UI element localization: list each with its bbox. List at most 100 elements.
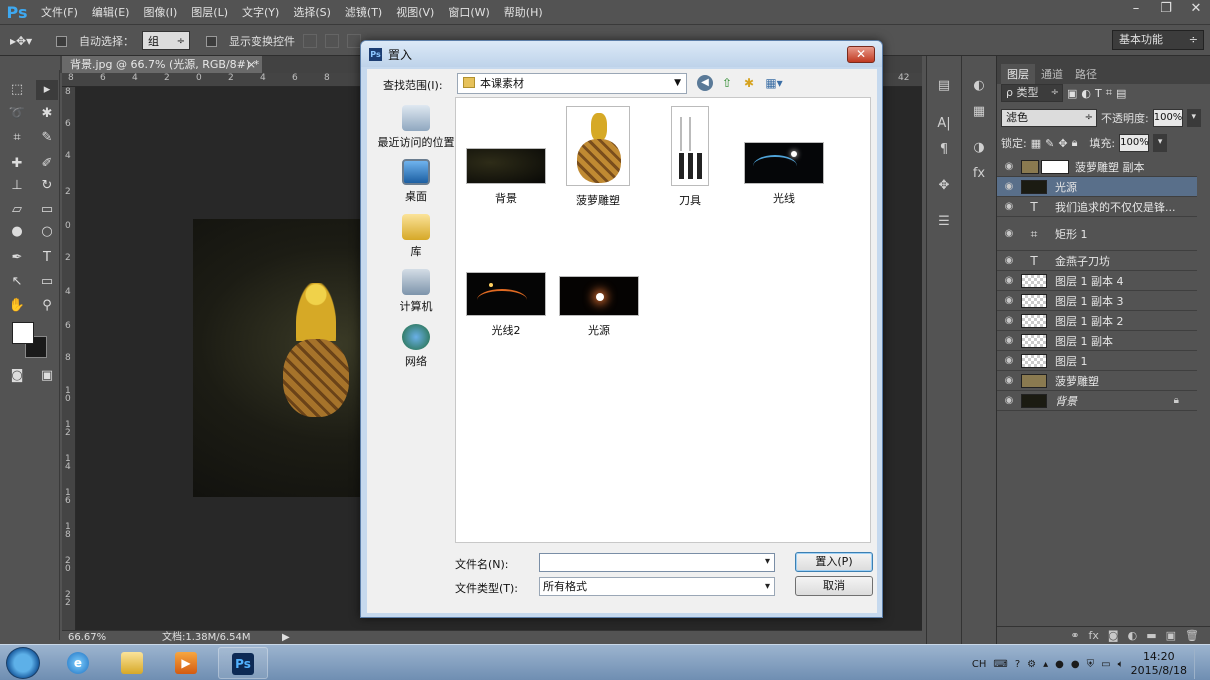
minimize-button[interactable]: – (1122, 0, 1150, 18)
visibility-eye-icon[interactable]: ◉ (997, 315, 1021, 326)
lock-pixels-icon[interactable]: ✎ (1045, 137, 1054, 150)
eraser-tool-icon[interactable]: ▱ (6, 200, 28, 220)
visibility-eye-icon[interactable]: ◉ (997, 255, 1021, 266)
back-icon[interactable]: ◀ (697, 75, 713, 91)
menu-edit[interactable]: 编辑(E) (85, 0, 137, 25)
swatches-panel-icon[interactable]: ▦ (968, 102, 990, 122)
menu-file[interactable]: 文件(F) (34, 0, 85, 25)
move-tool-icon[interactable]: ▸ (36, 80, 58, 100)
visibility-eye-icon[interactable]: ◉ (997, 295, 1021, 306)
file-name-input[interactable] (539, 553, 775, 572)
help-icon[interactable]: ? (1015, 659, 1020, 670)
file-item[interactable]: 光线2 (461, 272, 551, 338)
place-computer[interactable]: 计算机 (371, 269, 461, 314)
quick-mask-icon[interactable]: ◙ (6, 366, 28, 386)
place-desktop[interactable]: 桌面 (371, 159, 461, 204)
file-list[interactable]: 背景 菠萝雕塑 刀具 光线 光线2 光源 (455, 97, 871, 543)
input-language[interactable]: CH (972, 659, 987, 670)
file-item[interactable]: 背景 (461, 148, 551, 206)
crop-tool-icon[interactable]: ⌗ (6, 128, 28, 148)
status-menu-arrow-icon[interactable]: ▶ (282, 631, 290, 644)
eyedropper-tool-icon[interactable]: ✎ (36, 128, 58, 148)
history-panel-icon[interactable]: ▤ (933, 76, 955, 96)
layer-row[interactable]: ◉ 图层 1 副本 (997, 331, 1197, 351)
adjust-sliders-panel-icon[interactable]: ☰ (933, 212, 955, 232)
add-mask-icon[interactable]: ◙ (1108, 629, 1119, 642)
lock-transparency-icon[interactable]: ▦ (1031, 137, 1041, 150)
fill-slider-button[interactable]: ▾ (1153, 134, 1168, 152)
menu-filter[interactable]: 滤镜(T) (338, 0, 389, 25)
move-tool-preset-icon[interactable]: ▸✥▾ (10, 30, 48, 52)
screen-mode-icon[interactable]: ▣ (36, 366, 58, 386)
visibility-eye-icon[interactable]: ◉ (997, 161, 1021, 172)
taskbar-explorer[interactable] (108, 647, 158, 679)
start-button[interactable] (6, 647, 40, 679)
magic-wand-tool-icon[interactable]: ✱ (36, 104, 58, 124)
foreground-color-swatch[interactable] (12, 322, 34, 344)
layer-row[interactable]: ◉ 光源 (997, 177, 1197, 197)
paragraph-panel-icon[interactable]: ¶ (933, 140, 955, 160)
filter-adjust-icon[interactable]: ◐ (1081, 87, 1091, 100)
keyboard-icon[interactable]: ⌨ (993, 659, 1007, 670)
layer-row[interactable]: ◉ T 金燕子刀坊 (997, 251, 1197, 271)
menu-help[interactable]: 帮助(H) (497, 0, 550, 25)
adjustment-layer-icon[interactable]: ◐ (1128, 629, 1138, 642)
lasso-tool-icon[interactable]: ➰ (6, 104, 28, 124)
dialog-close-button[interactable]: ✕ (847, 46, 875, 63)
dodge-tool-icon[interactable]: ○ (36, 222, 58, 242)
new-layer-icon[interactable]: ▣ (1166, 629, 1176, 642)
restore-button[interactable]: ❐ (1152, 0, 1180, 18)
layer-row[interactable]: ◉ 菠萝雕塑 (997, 371, 1197, 391)
visibility-eye-icon[interactable]: ◉ (997, 335, 1021, 346)
opacity-input[interactable]: 100% (1152, 109, 1183, 127)
settings-icon[interactable]: ⚙ (1027, 659, 1036, 670)
qq-icon[interactable]: ● (1055, 659, 1064, 670)
visibility-eye-icon[interactable]: ◉ (997, 228, 1021, 239)
tab-paths[interactable]: 路径 (1069, 64, 1103, 84)
security-icon[interactable]: ⛨ (1087, 659, 1095, 670)
close-window-button[interactable]: ✕ (1182, 0, 1210, 18)
healing-brush-tool-icon[interactable]: ✚ (6, 154, 28, 174)
workspace-dropdown[interactable]: 基本功能 (1112, 30, 1204, 50)
type-tool-icon[interactable]: T (36, 248, 58, 268)
delete-layer-icon[interactable]: 🗑︎ (1185, 629, 1199, 642)
fill-input[interactable]: 100% (1119, 134, 1150, 152)
close-document-icon[interactable]: × (247, 56, 256, 73)
file-item[interactable]: 刀具 (645, 106, 735, 208)
file-item[interactable]: 菠萝雕塑 (553, 106, 643, 208)
layer-row[interactable]: ◉ 图层 1 副本 4 (997, 271, 1197, 291)
place-network[interactable]: 网络 (371, 324, 461, 369)
visibility-eye-icon[interactable]: ◉ (997, 355, 1021, 366)
layer-mask-thumbnail[interactable] (1041, 159, 1069, 174)
tab-channels[interactable]: 通道 (1035, 64, 1069, 84)
visibility-eye-icon[interactable]: ◉ (997, 181, 1021, 192)
path-selection-tool-icon[interactable]: ↖ (6, 272, 28, 292)
volume-icon[interactable]: 🔈︎ (1118, 659, 1124, 670)
filter-smart-icon[interactable]: ▤ (1116, 87, 1126, 100)
layer-row[interactable]: ◉ 图层 1 副本 2 (997, 311, 1197, 331)
show-desktop-button[interactable] (1194, 649, 1204, 679)
tab-layers[interactable]: 图层 (1001, 64, 1035, 84)
color-panel-icon[interactable]: ◐ (968, 76, 990, 96)
layer-row[interactable]: ◉ 背景 🔒︎ (997, 391, 1197, 411)
qq-2-icon[interactable]: ● (1071, 659, 1080, 670)
menu-view[interactable]: 视图(V) (389, 0, 441, 25)
layer-row[interactable]: ◉ ⌗ 矩形 1 (997, 217, 1197, 251)
file-item[interactable]: 光线 (739, 142, 829, 206)
opacity-slider-button[interactable]: ▾ (1186, 109, 1201, 127)
layer-row[interactable]: ◉ 图层 1 (997, 351, 1197, 371)
visibility-eye-icon[interactable]: ◉ (997, 201, 1021, 212)
layer-style-icon[interactable]: fx (1089, 629, 1099, 642)
view-menu-icon[interactable]: ▦▾ (763, 75, 785, 91)
show-transform-checkbox[interactable] (206, 34, 221, 47)
clone-stamp-tool-icon[interactable]: ⊥ (6, 176, 28, 196)
look-in-dropdown[interactable]: 本课素材 ▼ (457, 73, 687, 94)
up-folder-icon[interactable]: ⇧ (719, 75, 735, 91)
file-type-dropdown[interactable]: 所有格式 (539, 577, 775, 596)
align-bottom-icon[interactable] (347, 33, 361, 48)
file-item[interactable]: 光源 (554, 276, 644, 338)
visibility-eye-icon[interactable]: ◉ (997, 375, 1021, 386)
menu-type[interactable]: 文字(Y) (235, 0, 286, 25)
marquee-tool-icon[interactable]: ⬚ (6, 80, 28, 100)
styles-panel-icon[interactable]: fx (968, 164, 990, 184)
